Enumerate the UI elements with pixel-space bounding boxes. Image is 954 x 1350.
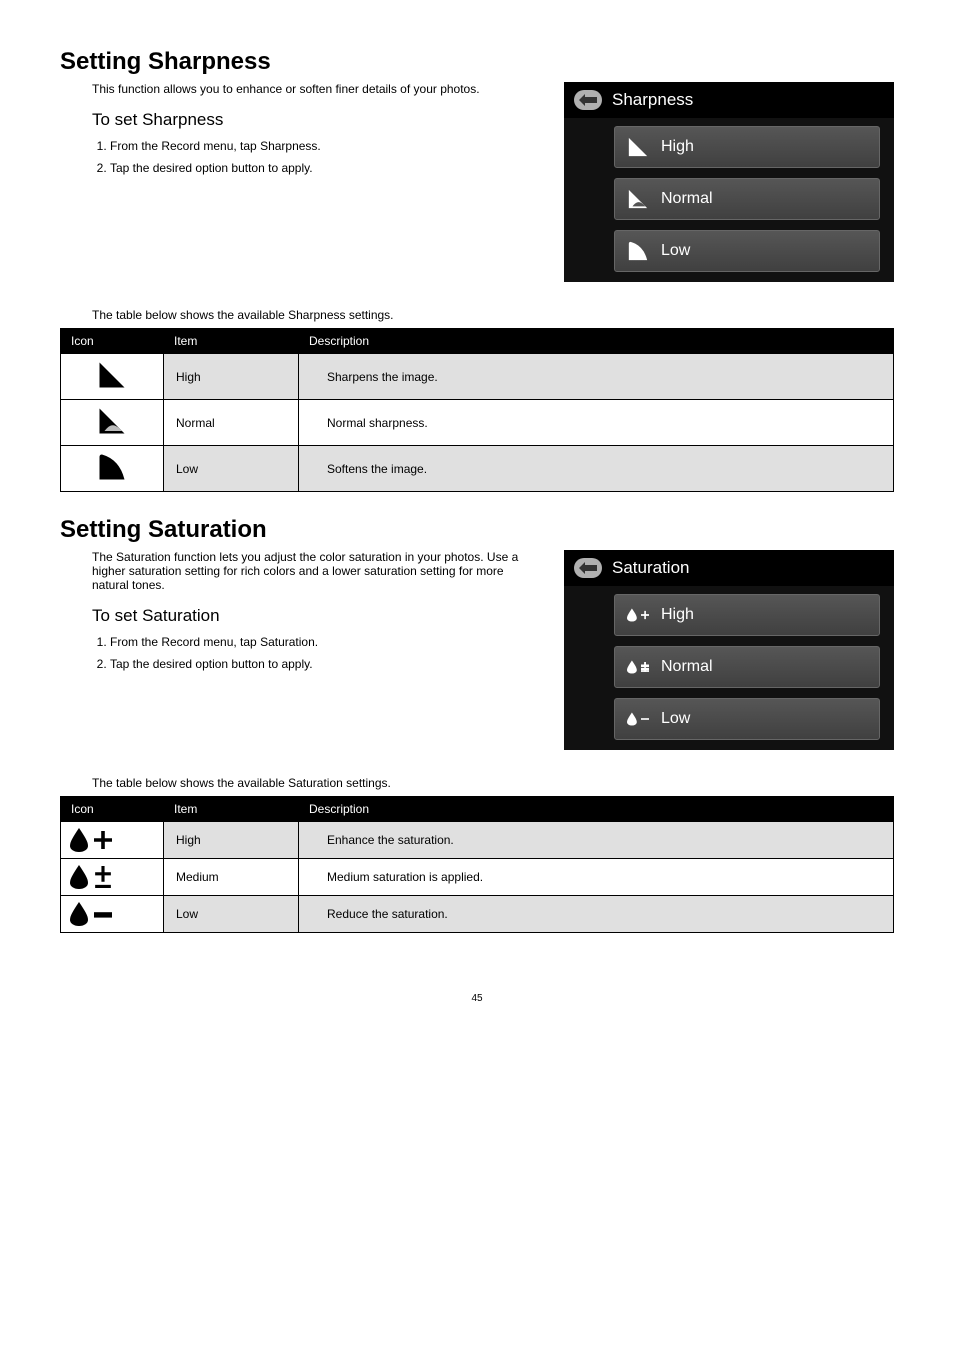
back-icon[interactable] <box>574 90 602 110</box>
saturation-icon-medium <box>61 859 164 896</box>
table-row: Medium Medium saturation is applied. <box>61 859 894 896</box>
saturation-step: From the Record menu, tap Saturation. <box>110 632 540 652</box>
sharpness-subtitle: To set Sharpness <box>92 110 540 130</box>
saturation-steps: From the Record menu, tap Saturation. Ta… <box>92 632 540 675</box>
saturation-high-icon <box>627 604 649 626</box>
saturation-heading: Setting Saturation <box>60 516 894 544</box>
panel-title: Sharpness <box>612 90 693 110</box>
table-row: High Enhance the saturation. <box>61 822 894 859</box>
saturation-table-intro: The table below shows the available Satu… <box>92 776 894 790</box>
th-icon: Icon <box>61 329 164 354</box>
option-label: Low <box>661 242 690 260</box>
sharpness-table-intro: The table below shows the available Shar… <box>92 308 894 322</box>
saturation-option-normal[interactable]: Normal <box>614 646 880 688</box>
item-description: Normal sharpness. <box>299 400 894 446</box>
option-label: Normal <box>661 190 713 208</box>
sharpness-option-high[interactable]: High <box>614 126 880 168</box>
item-description: Reduce the saturation. <box>299 896 894 933</box>
saturation-table: Icon Item Description High Enhance the s… <box>60 796 894 933</box>
sharpness-table: Icon Item Description High Sharpens the … <box>60 328 894 492</box>
sharpness-intro: This function allows you to enhance or s… <box>92 82 540 96</box>
sharpness-icon-low <box>61 446 164 492</box>
sharpness-icon-normal <box>61 400 164 446</box>
saturation-panel: Saturation High Normal <box>564 550 894 750</box>
sharpness-option-low[interactable]: Low <box>614 230 880 272</box>
item-name: High <box>164 354 299 400</box>
th-icon: Icon <box>61 797 164 822</box>
panel-header: Saturation <box>564 550 894 586</box>
th-item: Item <box>164 797 299 822</box>
th-description: Description <box>299 797 894 822</box>
item-description: Enhance the saturation. <box>299 822 894 859</box>
saturation-intro: The Saturation function lets you adjust … <box>92 550 540 592</box>
option-label: Low <box>661 710 690 728</box>
sharpness-high-icon <box>627 136 649 158</box>
saturation-option-high[interactable]: High <box>614 594 880 636</box>
option-label: High <box>661 138 694 156</box>
table-row: Low Softens the image. <box>61 446 894 492</box>
sharpness-normal-icon <box>627 188 649 210</box>
saturation-step: Tap the desired option button to apply. <box>110 654 540 674</box>
item-description: Medium saturation is applied. <box>299 859 894 896</box>
saturation-icon-low <box>61 896 164 933</box>
item-name: Medium <box>164 859 299 896</box>
table-row: High Sharpens the image. <box>61 354 894 400</box>
item-name: Normal <box>164 400 299 446</box>
back-icon[interactable] <box>574 558 602 578</box>
saturation-low-icon <box>627 708 649 730</box>
option-label: Normal <box>661 658 713 676</box>
item-name: Low <box>164 446 299 492</box>
item-description: Softens the image. <box>299 446 894 492</box>
sharpness-panel: Sharpness High Normal <box>564 82 894 282</box>
item-name: Low <box>164 896 299 933</box>
sharpness-steps: From the Record menu, tap Sharpness. Tap… <box>92 136 540 179</box>
th-item: Item <box>164 329 299 354</box>
sharpness-step: Tap the desired option button to apply. <box>110 158 540 178</box>
saturation-subtitle: To set Saturation <box>92 606 540 626</box>
table-row: Low Reduce the saturation. <box>61 896 894 933</box>
sharpness-step: From the Record menu, tap Sharpness. <box>110 136 540 156</box>
table-row: Normal Normal sharpness. <box>61 400 894 446</box>
option-label: High <box>661 606 694 624</box>
sharpness-heading: Setting Sharpness <box>60 48 894 76</box>
page-number: 45 <box>60 993 894 1004</box>
saturation-icon-high <box>61 822 164 859</box>
saturation-normal-icon <box>627 656 649 678</box>
saturation-option-low[interactable]: Low <box>614 698 880 740</box>
panel-header: Sharpness <box>564 82 894 118</box>
th-description: Description <box>299 329 894 354</box>
sharpness-icon-high <box>61 354 164 400</box>
item-name: High <box>164 822 299 859</box>
panel-title: Saturation <box>612 558 690 578</box>
sharpness-low-icon <box>627 240 649 262</box>
item-description: Sharpens the image. <box>299 354 894 400</box>
sharpness-option-normal[interactable]: Normal <box>614 178 880 220</box>
